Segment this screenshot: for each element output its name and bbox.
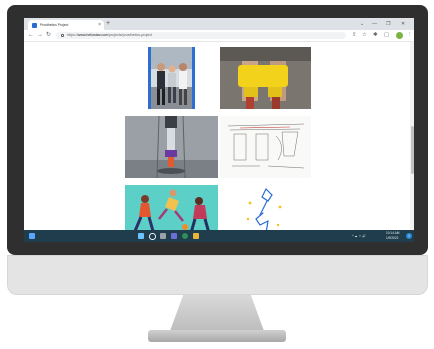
team-photo — [148, 47, 195, 109]
notification-badge[interactable]: 2 — [406, 233, 412, 239]
athletes-illustration-graphic — [125, 185, 218, 230]
new-tab-button[interactable]: + — [106, 20, 110, 28]
forward-button[interactable]: → — [37, 31, 43, 40]
clock-date[interactable]: 1/9/2022 — [386, 235, 398, 241]
sidebar-icon[interactable]: ▢ — [384, 31, 389, 40]
browser-tab-bar: Prosthetics Project × + ⌄ — ❐ ✕ — [24, 18, 414, 30]
design-sketch-graphic — [220, 116, 311, 178]
widgets-icon[interactable] — [29, 233, 35, 239]
browser-toolbar: ← → ↻ https://www.hellostav.com/projects… — [24, 30, 414, 42]
pylon-prototype-photo — [125, 116, 218, 178]
menu-icon[interactable]: ⋮ — [407, 31, 413, 40]
system-tray-icons[interactable]: ^ ☁ ⌔ 🔊 — [352, 233, 366, 239]
yellow-socket-photo — [220, 47, 311, 109]
tab-search-icon[interactable]: ⌄ — [360, 19, 364, 29]
design-sketch — [220, 116, 311, 178]
browser-tab[interactable]: Prosthetics Project × — [28, 20, 104, 30]
monitor-stand-neck — [170, 295, 264, 331]
monitor-stand-base — [148, 330, 286, 342]
extensions-icon[interactable]: ✱ — [373, 31, 378, 40]
search-icon[interactable] — [149, 233, 156, 240]
close-window-button[interactable]: ✕ — [401, 19, 405, 29]
favicon-icon — [32, 22, 37, 28]
profile-avatar[interactable] — [396, 32, 403, 39]
share-icon[interactable]: ⇪ — [352, 31, 357, 40]
address-bar[interactable]: https://www.hellostav.com/projects/prost… — [56, 32, 346, 39]
reload-button[interactable]: ↻ — [46, 31, 51, 40]
page-content — [24, 42, 414, 230]
teams-icon[interactable] — [171, 233, 177, 239]
tab-title: Prosthetics Project — [40, 23, 69, 27]
url-text: https://www.hellostav.com/projects/prost… — [67, 33, 153, 37]
star-icon[interactable]: ☆ — [362, 31, 367, 40]
taskbar: ^ ☁ ⌔ 🔊 10:14 AM 1/9/2022 2 — [24, 230, 414, 242]
lock-icon — [61, 33, 64, 37]
scrollbar-thumb[interactable] — [410, 126, 414, 174]
back-button[interactable]: ← — [28, 31, 34, 40]
page-scrollbar[interactable] — [410, 42, 414, 230]
prosthetic-line-drawing — [220, 185, 311, 230]
task-view-icon[interactable] — [160, 233, 166, 239]
athletes-illustration — [125, 185, 218, 230]
screen: Prosthetics Project × + ⌄ — ❐ ✕ ← → ↻ ht… — [24, 18, 414, 242]
yellow-socket-graphic — [220, 47, 311, 109]
minimize-button[interactable]: — — [372, 19, 377, 29]
start-icon[interactable] — [138, 233, 144, 239]
chrome-icon[interactable] — [182, 233, 188, 239]
pylon-prototype-graphic — [125, 116, 218, 178]
tab-close-icon[interactable]: × — [98, 22, 101, 28]
maximize-button[interactable]: ❐ — [386, 19, 390, 29]
prosthetic-line-drawing-graphic — [246, 187, 282, 230]
team-photo-graphic — [151, 47, 192, 109]
monitor-chin — [7, 255, 428, 295]
file-explorer-icon[interactable] — [193, 233, 199, 239]
